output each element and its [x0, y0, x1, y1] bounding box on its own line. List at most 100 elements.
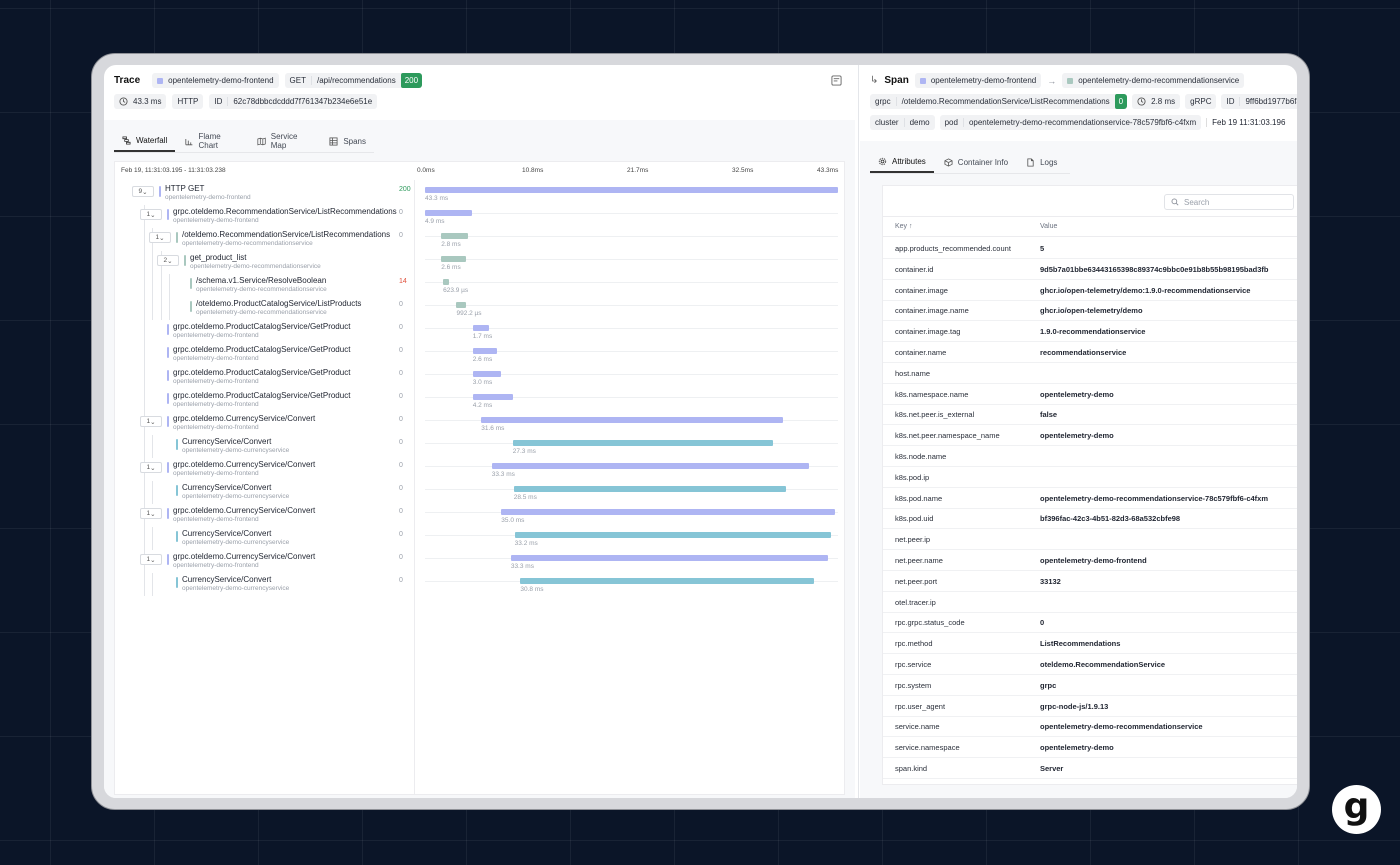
attribute-row[interactable]: span.kind Server	[883, 758, 1297, 779]
span-duration-bar[interactable]	[520, 578, 815, 584]
trace-service-chip[interactable]: opentelemetry-demo-frontend	[152, 73, 279, 88]
span-row[interactable]: CurrencyService/Convert opentelemetry-dem…	[115, 527, 844, 550]
collapse-toggle[interactable]: 9 ⌄	[132, 186, 154, 197]
span-duration-bar[interactable]	[425, 187, 838, 193]
span-service: opentelemetry-demo-frontend	[173, 378, 259, 385]
span-row[interactable]: grpc.oteldemo.ProductCatalogService/GetP…	[115, 343, 844, 366]
tree-guide-line	[144, 228, 145, 251]
span-duration-label: 1.7 ms	[472, 333, 493, 340]
span-duration-bar[interactable]	[514, 532, 832, 538]
span-row[interactable]: 1 ⌄ grpc.oteldemo.CurrencyService/Convert…	[115, 550, 844, 573]
span-row[interactable]: 1 ⌄ grpc.oteldemo.CurrencyService/Convert…	[115, 504, 844, 527]
attribute-value: bf396fac-42c3-4b51-82d3-68a532cbfe98	[1040, 514, 1181, 524]
span-duration-bar[interactable]	[443, 279, 450, 285]
attribute-row[interactable]: k8s.net.peer.is_external false	[883, 404, 1297, 426]
tab-waterfall[interactable]: Waterfall	[114, 130, 176, 152]
span-from-service-chip[interactable]: opentelemetry-demo-frontend	[914, 73, 1042, 88]
span-duration-bar[interactable]	[472, 348, 498, 354]
trace-method: GET	[285, 76, 312, 85]
span-duration: 2.8 ms	[1151, 97, 1176, 106]
span-id-chip[interactable]: ID 9ff6bd1977b6fa8a	[1221, 94, 1297, 109]
attribute-row[interactable]: rpc.user_agent grpc-node-js/1.9.13	[883, 696, 1297, 717]
span-row[interactable]: CurrencyService/Convert opentelemetry-dem…	[115, 435, 844, 458]
span-row[interactable]: /oteldemo.ProductCatalogService/ListProd…	[115, 297, 844, 320]
span-row[interactable]: 1 ⌄ /oteldemo.RecommendationService/ListR…	[115, 228, 844, 251]
attribute-row[interactable]: container.image.tag 1.9.0-recommendations…	[883, 321, 1297, 343]
tab-spans[interactable]: Spans	[321, 130, 374, 152]
service-color-marker	[167, 347, 169, 358]
attribute-row[interactable]: container.image ghcr.io/open-telemetry/de…	[883, 280, 1297, 301]
span-row[interactable]: /schema.v1.Service/ResolveBoolean opentel…	[115, 274, 844, 297]
span-status-code: 14	[399, 278, 407, 285]
span-duration-bar[interactable]	[491, 463, 810, 469]
span-row[interactable]: 9 ⌄ HTTP GET opentelemetry-demo-frontend 20…	[115, 182, 844, 205]
attribute-value: ListRecommendations	[1040, 639, 1121, 649]
attribute-row[interactable]: rpc.method ListRecommendations	[883, 633, 1297, 655]
span-duration-bar[interactable]	[510, 555, 829, 561]
span-duration-bar[interactable]	[472, 394, 513, 400]
attribute-row[interactable]: otel.tracer.ip	[883, 592, 1297, 613]
attribute-search-input[interactable]: Search	[1164, 194, 1294, 210]
attribute-row[interactable]: container.name recommendationservice	[883, 342, 1297, 363]
span-row[interactable]: grpc.oteldemo.ProductCatalogService/GetP…	[115, 320, 844, 343]
span-duration-bar[interactable]	[501, 509, 836, 515]
attribute-row[interactable]: k8s.pod.ip	[883, 467, 1297, 488]
span-duration-bar[interactable]	[472, 371, 502, 377]
tab-attributes[interactable]: Attributes	[870, 151, 934, 173]
collapse-toggle[interactable]: 1 ⌄	[140, 416, 162, 427]
tab-logs[interactable]: Logs	[1018, 151, 1065, 173]
attribute-row[interactable]: k8s.namespace.name opentelemetry-demo	[883, 384, 1297, 405]
attribute-row[interactable]: host.name	[883, 363, 1297, 384]
attribute-row[interactable]: rpc.grpc.status_code 0	[883, 612, 1297, 634]
collapse-toggle[interactable]: 1 ⌄	[140, 462, 162, 473]
attribute-row[interactable]: rpc.service oteldemo.RecommendationServic…	[883, 654, 1297, 675]
span-row[interactable]: grpc.oteldemo.ProductCatalogService/GetP…	[115, 389, 844, 412]
span-duration-label: 2.6 ms	[441, 264, 461, 271]
expand-panel-icon[interactable]	[831, 75, 842, 86]
span-row[interactable]: 1 ⌄ grpc.oteldemo.RecommendationService/L…	[115, 205, 844, 228]
span-duration-bar[interactable]	[472, 325, 489, 331]
trace-id-chip[interactable]: ID 62c78dbbcdcddd7f761347b234e6e51e	[209, 94, 378, 109]
collapse-toggle[interactable]: 1 ⌄	[140, 508, 162, 519]
collapse-toggle[interactable]: 2 ⌄	[157, 255, 179, 266]
collapse-toggle[interactable]: 1 ⌄	[149, 232, 171, 243]
collapse-toggle[interactable]: 1 ⌄	[140, 554, 162, 565]
attribute-row[interactable]: service.name opentelemetry-demo-recommend…	[883, 716, 1297, 738]
attribute-row[interactable]: k8s.pod.uid bf396fac-42c3-4b51-82d3-68a53…	[883, 508, 1297, 530]
tab-flame-chart[interactable]: Flame Chart	[177, 130, 246, 152]
span-row[interactable]: 1 ⌄ grpc.oteldemo.CurrencyService/Convert…	[115, 458, 844, 481]
span-row[interactable]: 1 ⌄ grpc.oteldemo.CurrencyService/Convert…	[115, 412, 844, 435]
span-duration-bar[interactable]	[456, 302, 466, 308]
panel-divider[interactable]	[858, 65, 859, 798]
attribute-row[interactable]: app.products_recommended.count 5	[883, 238, 1297, 259]
span-row[interactable]: grpc.oteldemo.ProductCatalogService/GetP…	[115, 366, 844, 389]
span-to-service-chip[interactable]: opentelemetry-demo-recommendationservice	[1062, 73, 1245, 88]
attribute-row[interactable]: k8s.net.peer.namespace_name opentelemetry…	[883, 425, 1297, 447]
key-column-header[interactable]: Key ↑	[895, 223, 913, 230]
span-duration-bar[interactable]	[513, 486, 786, 492]
attribute-row[interactable]: container.image.name ghcr.io/open-telemet…	[883, 300, 1297, 322]
attribute-row[interactable]: net.peer.ip	[883, 529, 1297, 551]
attribute-row[interactable]: rpc.system grpc	[883, 675, 1297, 696]
attribute-row[interactable]: net.peer.port 33132	[883, 571, 1297, 592]
attribute-row[interactable]: k8s.pod.name opentelemetry-demo-recommend…	[883, 488, 1297, 509]
span-service: opentelemetry-demo-frontend	[173, 516, 259, 523]
span-duration-bar[interactable]	[425, 210, 472, 216]
tree-guide-line	[144, 527, 145, 550]
span-duration-bar[interactable]	[441, 233, 468, 239]
attribute-row[interactable]: k8s.node.name	[883, 446, 1297, 467]
attribute-row[interactable]: net.peer.name opentelemetry-demo-frontend	[883, 550, 1297, 571]
span-row[interactable]: CurrencyService/Convert opentelemetry-dem…	[115, 481, 844, 504]
attribute-row[interactable]: container.id 9d5b7a01bbe63443165398c89374…	[883, 259, 1297, 280]
tab-service-map[interactable]: Service Map	[249, 130, 320, 152]
span-duration-bar[interactable]	[512, 440, 774, 446]
tab-container-info[interactable]: Container Info	[936, 151, 1016, 173]
collapse-toggle[interactable]: 1 ⌄	[140, 209, 162, 220]
span-row[interactable]: CurrencyService/Convert opentelemetry-dem…	[115, 573, 844, 596]
span-duration-bar[interactable]	[441, 256, 466, 262]
span-row[interactable]: 2 ⌄ get_product_list opentelemetry-demo-re…	[115, 251, 844, 274]
attribute-key: service.namespace	[895, 743, 960, 753]
attribute-row[interactable]: service.namespace opentelemetry-demo	[883, 737, 1297, 759]
chevron-down-icon: ⌄	[167, 257, 173, 265]
span-duration-bar[interactable]	[481, 417, 783, 423]
